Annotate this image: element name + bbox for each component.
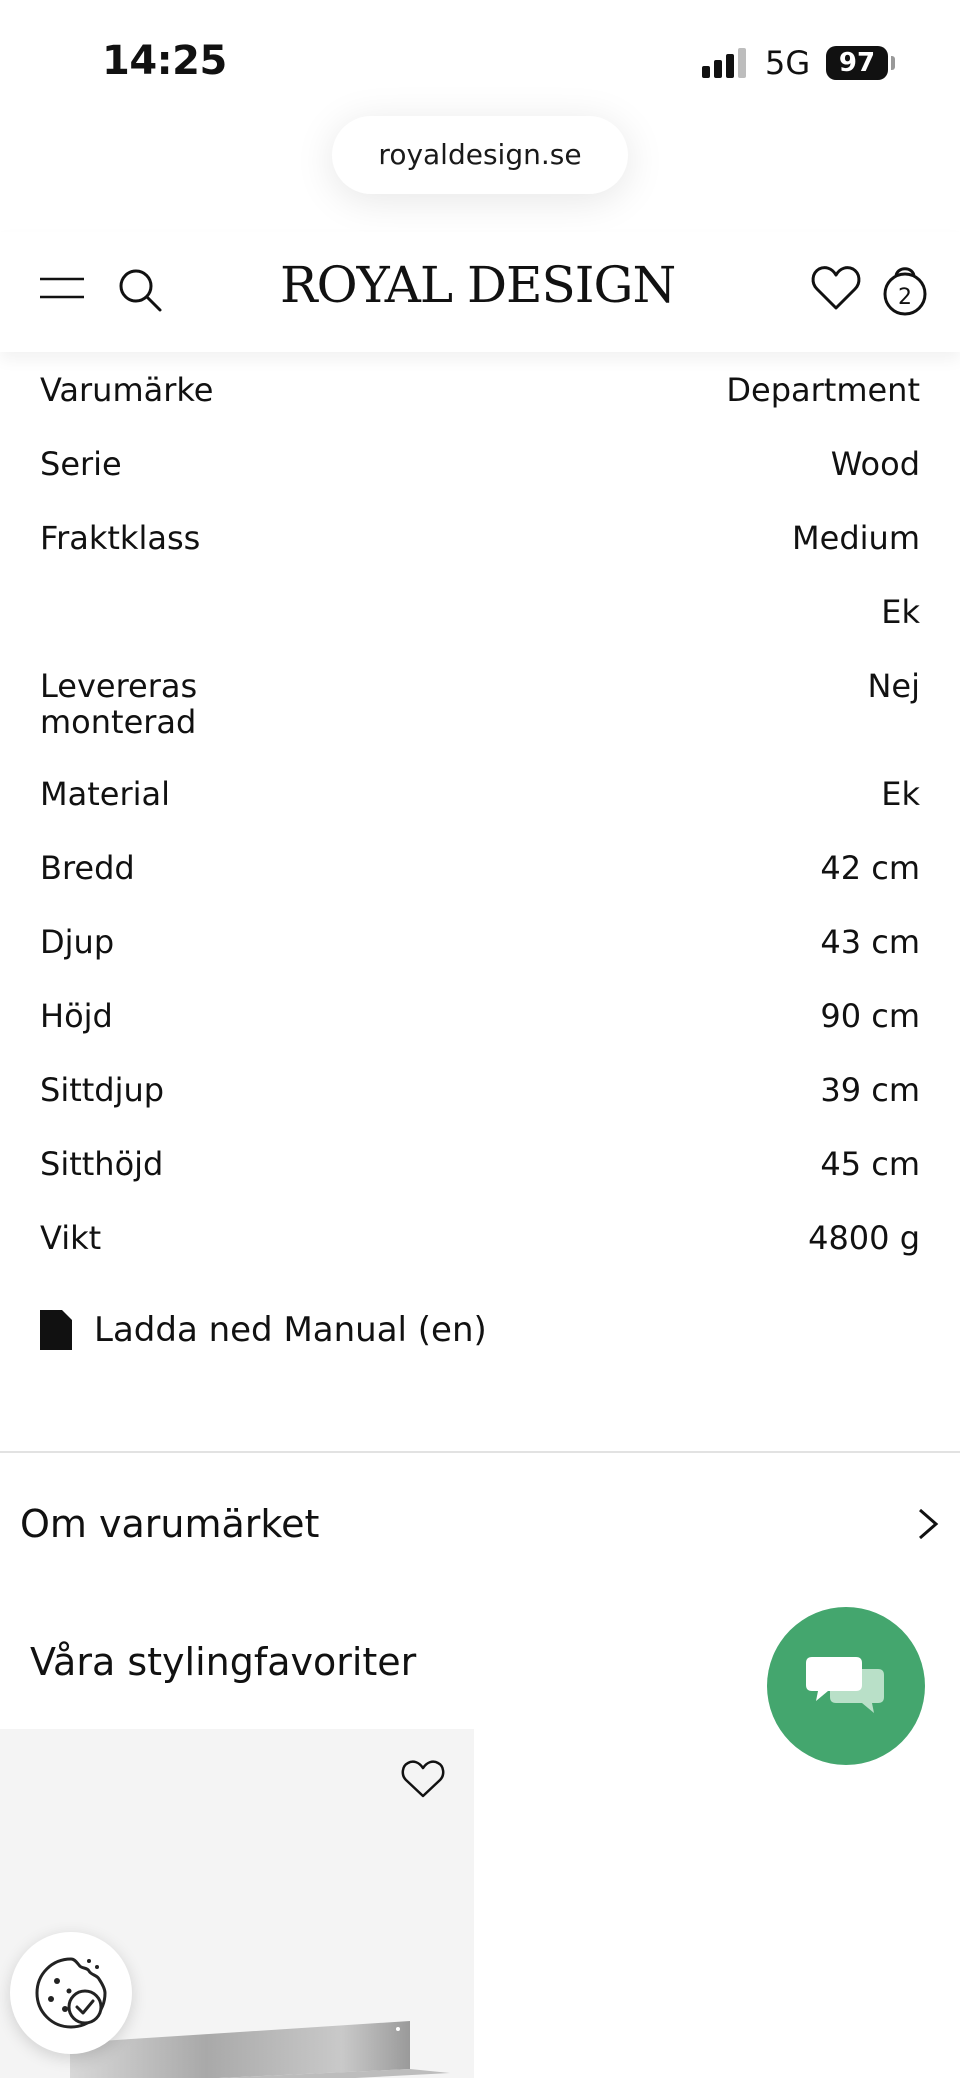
styling-favorites-title: Våra stylingfavoriter xyxy=(30,1640,417,1684)
spec-value: 43 cm xyxy=(820,923,920,961)
spec-row-seat-depth: Sittdjup 39 cm xyxy=(40,1052,920,1126)
battery-icon: 97 xyxy=(826,46,888,80)
site-logo[interactable]: ROYAL DESIGN xyxy=(280,256,676,314)
divider xyxy=(0,1451,960,1453)
download-manual-link[interactable]: Ladda ned Manual (en) xyxy=(40,1310,487,1350)
spec-label: Levereras monterad xyxy=(40,667,198,741)
spec-value: Ek xyxy=(881,593,920,631)
spec-label: Material xyxy=(40,775,170,813)
download-manual-label: Ladda ned Manual (en) xyxy=(94,1310,487,1350)
cart-count: 2 xyxy=(898,285,912,310)
url-bar[interactable]: royaldesign.se xyxy=(332,116,628,194)
spec-row-unlabeled: Ek xyxy=(40,574,920,648)
spec-row-depth: Djup 43 cm xyxy=(40,904,920,978)
status-bar: 14:25 5G 97 xyxy=(0,0,960,110)
spec-label: Vikt xyxy=(40,1219,102,1257)
spec-value: Wood xyxy=(830,445,920,483)
chevron-right-icon xyxy=(919,1508,939,1540)
spec-value: Ek xyxy=(881,775,920,813)
spec-value: Medium xyxy=(792,519,920,557)
spec-row-width: Bredd 42 cm xyxy=(40,830,920,904)
cookie-settings-button[interactable] xyxy=(10,1932,132,2054)
document-icon xyxy=(40,1310,72,1350)
chat-button[interactable] xyxy=(767,1607,925,1765)
spec-value: 4800 g xyxy=(808,1219,920,1257)
wishlist-heart-icon[interactable] xyxy=(810,262,862,314)
spec-row-weight: Vikt 4800 g xyxy=(40,1200,920,1274)
bag-icon[interactable]: 2 xyxy=(880,260,930,316)
spec-label: Varumärke xyxy=(40,371,214,409)
about-brand-label: Om varumärket xyxy=(20,1502,320,1546)
site-header: ROYAL DESIGN 2 xyxy=(0,232,960,352)
search-icon[interactable] xyxy=(116,266,164,314)
spec-label: Bredd xyxy=(40,849,135,887)
network-type: 5G xyxy=(765,44,811,82)
favorite-heart-icon[interactable] xyxy=(400,1756,446,1802)
spec-label: Fraktklass xyxy=(40,519,201,557)
spec-row-assembled: Levereras monterad Nej xyxy=(40,648,920,756)
spec-label: Sittdjup xyxy=(40,1071,165,1109)
spec-value: 45 cm xyxy=(820,1145,920,1183)
spec-row-height: Höjd 90 cm xyxy=(40,978,920,1052)
spec-row-series: Serie Wood xyxy=(40,426,920,500)
spec-row-seat-height: Sitthöjd 45 cm xyxy=(40,1126,920,1200)
spec-list: Varumärke Department Serie Wood Fraktkla… xyxy=(40,352,920,1274)
spec-label: Djup xyxy=(40,923,115,961)
spec-row-brand: Varumärke Department xyxy=(40,352,920,426)
chat-icon xyxy=(806,1657,884,1713)
spec-value: Nej xyxy=(867,667,920,705)
spec-label: Sitthöjd xyxy=(40,1145,164,1183)
menu-icon[interactable] xyxy=(40,275,84,301)
spec-value: 42 cm xyxy=(820,849,920,887)
spec-value: 90 cm xyxy=(820,997,920,1035)
spec-label: Serie xyxy=(40,445,122,483)
spec-value: Department xyxy=(726,371,920,409)
battery-tip xyxy=(891,56,895,70)
spec-label: Höjd xyxy=(40,997,113,1035)
cookie-icon xyxy=(35,1957,107,2029)
spec-row-material: Material Ek xyxy=(40,756,920,830)
status-time: 14:25 xyxy=(102,38,227,84)
spec-value: 39 cm xyxy=(820,1071,920,1109)
spec-row-freight: Fraktklass Medium xyxy=(40,500,920,574)
signal-icon xyxy=(702,48,750,78)
about-brand-row[interactable]: Om varumärket xyxy=(20,1484,940,1564)
